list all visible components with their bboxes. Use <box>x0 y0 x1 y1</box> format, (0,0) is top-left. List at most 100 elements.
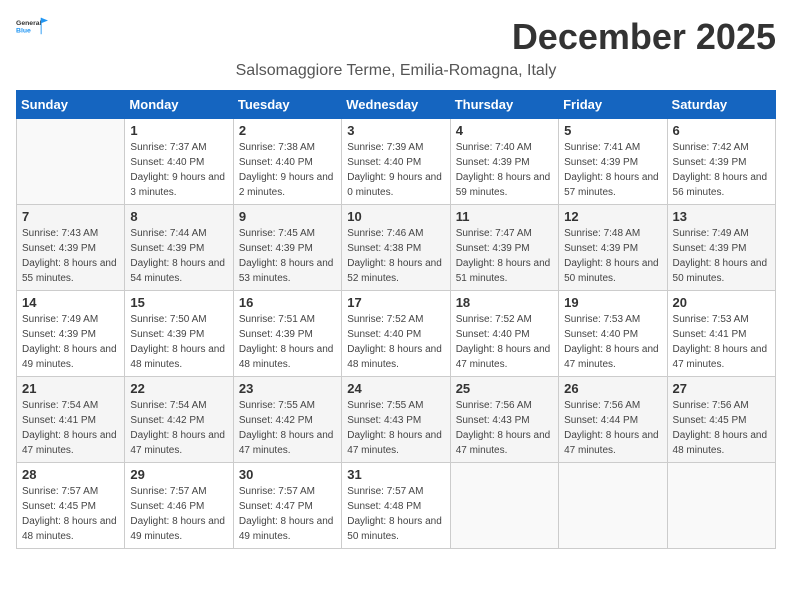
day-number: 22 <box>130 381 227 396</box>
day-number: 2 <box>239 123 336 138</box>
day-number: 30 <box>239 467 336 482</box>
calendar-cell: 19 Sunrise: 7:53 AM Sunset: 4:40 PM Dayl… <box>559 291 667 377</box>
daylight-text: Daylight: 9 hours and 2 minutes. <box>239 170 336 200</box>
sunrise-text: Sunrise: 7:37 AM <box>130 140 227 155</box>
day-info: Sunrise: 7:50 AM Sunset: 4:39 PM Dayligh… <box>130 312 227 372</box>
sunrise-text: Sunrise: 7:54 AM <box>22 398 119 413</box>
calendar-cell: 3 Sunrise: 7:39 AM Sunset: 4:40 PM Dayli… <box>342 119 450 205</box>
calendar-cell: 12 Sunrise: 7:48 AM Sunset: 4:39 PM Dayl… <box>559 205 667 291</box>
day-info: Sunrise: 7:55 AM Sunset: 4:43 PM Dayligh… <box>347 398 444 458</box>
day-info: Sunrise: 7:39 AM Sunset: 4:40 PM Dayligh… <box>347 140 444 200</box>
daylight-text: Daylight: 8 hours and 57 minutes. <box>564 170 661 200</box>
day-info: Sunrise: 7:38 AM Sunset: 4:40 PM Dayligh… <box>239 140 336 200</box>
calendar-cell: 18 Sunrise: 7:52 AM Sunset: 4:40 PM Dayl… <box>450 291 558 377</box>
day-number: 13 <box>673 209 770 224</box>
calendar-cell <box>559 463 667 549</box>
calendar-cell: 1 Sunrise: 7:37 AM Sunset: 4:40 PM Dayli… <box>125 119 233 205</box>
sunset-text: Sunset: 4:39 PM <box>239 327 336 342</box>
sunset-text: Sunset: 4:48 PM <box>347 499 444 514</box>
day-info: Sunrise: 7:52 AM Sunset: 4:40 PM Dayligh… <box>347 312 444 372</box>
sunset-text: Sunset: 4:40 PM <box>456 327 553 342</box>
daylight-text: Daylight: 8 hours and 50 minutes. <box>673 256 770 286</box>
sunset-text: Sunset: 4:39 PM <box>456 241 553 256</box>
calendar-cell: 29 Sunrise: 7:57 AM Sunset: 4:46 PM Dayl… <box>125 463 233 549</box>
sunset-text: Sunset: 4:40 PM <box>564 327 661 342</box>
daylight-text: Daylight: 8 hours and 54 minutes. <box>130 256 227 286</box>
sunrise-text: Sunrise: 7:49 AM <box>673 226 770 241</box>
calendar-cell: 16 Sunrise: 7:51 AM Sunset: 4:39 PM Dayl… <box>233 291 341 377</box>
day-info: Sunrise: 7:54 AM Sunset: 4:42 PM Dayligh… <box>130 398 227 458</box>
sunset-text: Sunset: 4:42 PM <box>239 413 336 428</box>
day-info: Sunrise: 7:40 AM Sunset: 4:39 PM Dayligh… <box>456 140 553 200</box>
day-number: 23 <box>239 381 336 396</box>
month-title: December 2025 <box>512 16 776 58</box>
calendar-cell: 2 Sunrise: 7:38 AM Sunset: 4:40 PM Dayli… <box>233 119 341 205</box>
sunrise-text: Sunrise: 7:47 AM <box>456 226 553 241</box>
sunrise-text: Sunrise: 7:53 AM <box>564 312 661 327</box>
day-info: Sunrise: 7:57 AM Sunset: 4:48 PM Dayligh… <box>347 484 444 544</box>
day-info: Sunrise: 7:52 AM Sunset: 4:40 PM Dayligh… <box>456 312 553 372</box>
sunrise-text: Sunrise: 7:57 AM <box>239 484 336 499</box>
sunset-text: Sunset: 4:47 PM <box>239 499 336 514</box>
day-info: Sunrise: 7:47 AM Sunset: 4:39 PM Dayligh… <box>456 226 553 286</box>
sunset-text: Sunset: 4:39 PM <box>564 155 661 170</box>
day-info: Sunrise: 7:49 AM Sunset: 4:39 PM Dayligh… <box>673 226 770 286</box>
sunrise-text: Sunrise: 7:55 AM <box>239 398 336 413</box>
weekday-header: Wednesday <box>342 91 450 119</box>
daylight-text: Daylight: 8 hours and 47 minutes. <box>456 428 553 458</box>
calendar-cell: 15 Sunrise: 7:50 AM Sunset: 4:39 PM Dayl… <box>125 291 233 377</box>
daylight-text: Daylight: 8 hours and 51 minutes. <box>456 256 553 286</box>
sunrise-text: Sunrise: 7:54 AM <box>130 398 227 413</box>
sunset-text: Sunset: 4:39 PM <box>239 241 336 256</box>
day-info: Sunrise: 7:54 AM Sunset: 4:41 PM Dayligh… <box>22 398 119 458</box>
daylight-text: Daylight: 8 hours and 47 minutes. <box>347 428 444 458</box>
day-number: 10 <box>347 209 444 224</box>
day-info: Sunrise: 7:49 AM Sunset: 4:39 PM Dayligh… <box>22 312 119 372</box>
calendar-cell: 21 Sunrise: 7:54 AM Sunset: 4:41 PM Dayl… <box>17 377 125 463</box>
subtitle: Salsomaggiore Terme, Emilia-Romagna, Ita… <box>16 62 776 80</box>
day-info: Sunrise: 7:57 AM Sunset: 4:47 PM Dayligh… <box>239 484 336 544</box>
calendar-cell: 13 Sunrise: 7:49 AM Sunset: 4:39 PM Dayl… <box>667 205 775 291</box>
sunrise-text: Sunrise: 7:52 AM <box>347 312 444 327</box>
day-info: Sunrise: 7:46 AM Sunset: 4:38 PM Dayligh… <box>347 226 444 286</box>
sunset-text: Sunset: 4:45 PM <box>22 499 119 514</box>
logo-icon: General Blue <box>16 16 48 36</box>
day-info: Sunrise: 7:57 AM Sunset: 4:46 PM Dayligh… <box>130 484 227 544</box>
sunrise-text: Sunrise: 7:44 AM <box>130 226 227 241</box>
daylight-text: Daylight: 8 hours and 49 minutes. <box>239 514 336 544</box>
sunset-text: Sunset: 4:41 PM <box>22 413 119 428</box>
calendar-week-row: 21 Sunrise: 7:54 AM Sunset: 4:41 PM Dayl… <box>17 377 776 463</box>
sunrise-text: Sunrise: 7:49 AM <box>22 312 119 327</box>
calendar-cell: 7 Sunrise: 7:43 AM Sunset: 4:39 PM Dayli… <box>17 205 125 291</box>
day-number: 7 <box>22 209 119 224</box>
sunrise-text: Sunrise: 7:57 AM <box>130 484 227 499</box>
day-info: Sunrise: 7:56 AM Sunset: 4:43 PM Dayligh… <box>456 398 553 458</box>
weekday-header: Friday <box>559 91 667 119</box>
calendar-week-row: 28 Sunrise: 7:57 AM Sunset: 4:45 PM Dayl… <box>17 463 776 549</box>
sunset-text: Sunset: 4:39 PM <box>456 155 553 170</box>
daylight-text: Daylight: 8 hours and 53 minutes. <box>239 256 336 286</box>
sunrise-text: Sunrise: 7:56 AM <box>456 398 553 413</box>
sunset-text: Sunset: 4:39 PM <box>22 327 119 342</box>
day-number: 15 <box>130 295 227 310</box>
weekday-header: Thursday <box>450 91 558 119</box>
sunset-text: Sunset: 4:39 PM <box>22 241 119 256</box>
calendar-cell: 8 Sunrise: 7:44 AM Sunset: 4:39 PM Dayli… <box>125 205 233 291</box>
sunrise-text: Sunrise: 7:50 AM <box>130 312 227 327</box>
day-number: 4 <box>456 123 553 138</box>
day-number: 12 <box>564 209 661 224</box>
sunrise-text: Sunrise: 7:56 AM <box>564 398 661 413</box>
weekday-header: Sunday <box>17 91 125 119</box>
day-number: 18 <box>456 295 553 310</box>
calendar-cell: 6 Sunrise: 7:42 AM Sunset: 4:39 PM Dayli… <box>667 119 775 205</box>
sunrise-text: Sunrise: 7:56 AM <box>673 398 770 413</box>
sunrise-text: Sunrise: 7:39 AM <box>347 140 444 155</box>
day-number: 21 <box>22 381 119 396</box>
sunset-text: Sunset: 4:40 PM <box>347 327 444 342</box>
sunrise-text: Sunrise: 7:38 AM <box>239 140 336 155</box>
svg-text:Blue: Blue <box>16 27 31 34</box>
daylight-text: Daylight: 8 hours and 50 minutes. <box>347 514 444 544</box>
calendar-cell: 14 Sunrise: 7:49 AM Sunset: 4:39 PM Dayl… <box>17 291 125 377</box>
weekday-header: Monday <box>125 91 233 119</box>
daylight-text: Daylight: 8 hours and 52 minutes. <box>347 256 444 286</box>
